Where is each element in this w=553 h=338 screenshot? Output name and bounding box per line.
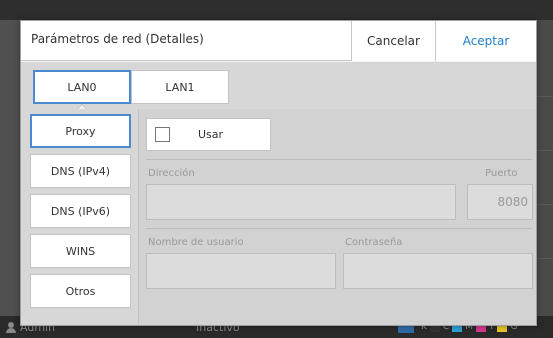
- dialog-title: Parámetros de red (Detalles): [31, 32, 204, 46]
- use-proxy-toggle[interactable]: Usar: [146, 118, 271, 151]
- network-details-dialog: Parámetros de red (Detalles) Cancelar Ac…: [20, 20, 537, 326]
- port-label: Puerto: [485, 168, 518, 179]
- password-field[interactable]: [343, 253, 533, 289]
- menu-item-dns-ipv6[interactable]: DNS (IPv6): [30, 194, 131, 228]
- background-header: [0, 0, 553, 20]
- tab-lan0[interactable]: LAN0: [33, 70, 131, 104]
- menu-item-otros[interactable]: Otros: [30, 274, 131, 308]
- use-proxy-label: Usar: [198, 128, 224, 141]
- use-proxy-checkbox[interactable]: [155, 127, 170, 142]
- user-icon: [6, 321, 16, 333]
- menu-item-proxy[interactable]: Proxy: [30, 114, 131, 148]
- password-label: Contraseña: [345, 237, 403, 248]
- accept-button[interactable]: Aceptar: [435, 21, 536, 61]
- settings-menu: Proxy DNS (IPv4) DNS (IPv6) WINS Otros: [30, 114, 131, 314]
- username-field[interactable]: [146, 253, 336, 289]
- cancel-button[interactable]: Cancelar: [351, 21, 435, 61]
- proxy-settings-panel: Usar Dirección Puerto 8080 Nombre de usu…: [138, 109, 536, 325]
- username-label: Nombre de usuario: [148, 237, 244, 248]
- section-divider: [146, 159, 532, 160]
- dialog-content: Proxy DNS (IPv4) DNS (IPv6) WINS Otros U…: [21, 109, 536, 325]
- tab-lan1[interactable]: LAN1: [131, 70, 229, 104]
- background-sidebar: [0, 20, 20, 320]
- dialog-title-bar: Parámetros de red (Detalles) Cancelar Ac…: [21, 21, 536, 61]
- section-divider: [146, 228, 532, 229]
- address-field[interactable]: [146, 184, 456, 220]
- menu-item-dns-ipv4[interactable]: DNS (IPv4): [30, 154, 131, 188]
- address-label: Dirección: [148, 168, 195, 179]
- menu-item-wins[interactable]: WINS: [30, 234, 131, 268]
- port-field[interactable]: 8080: [467, 184, 533, 220]
